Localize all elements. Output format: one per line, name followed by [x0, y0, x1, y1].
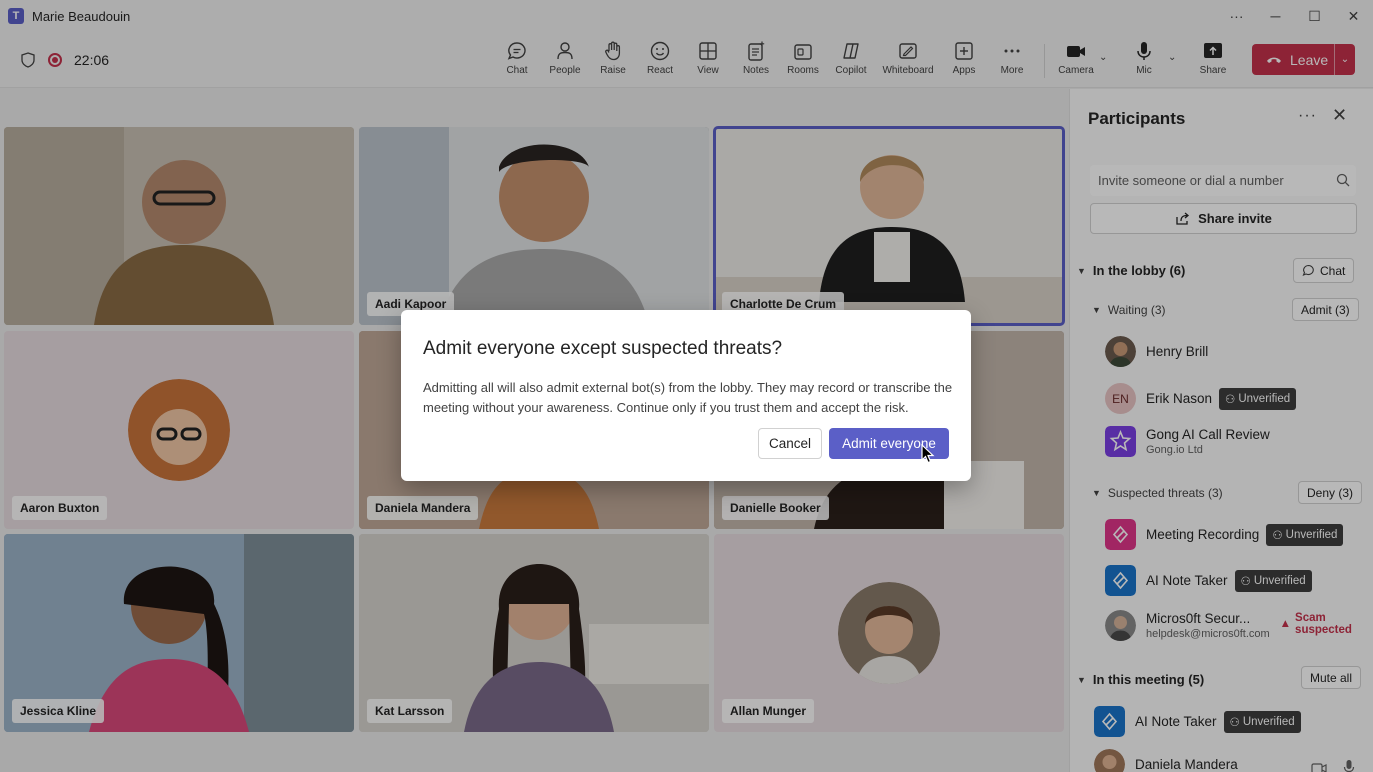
cancel-button[interactable]: Cancel [758, 428, 822, 459]
mouse-cursor-icon [921, 444, 935, 464]
dialog-title: Admit everyone except suspected threats? [423, 338, 783, 359]
dialog-body: Admitting all will also admit external b… [423, 380, 953, 415]
admit-confirmation-dialog: Admit everyone except suspected threats?… [401, 310, 971, 481]
